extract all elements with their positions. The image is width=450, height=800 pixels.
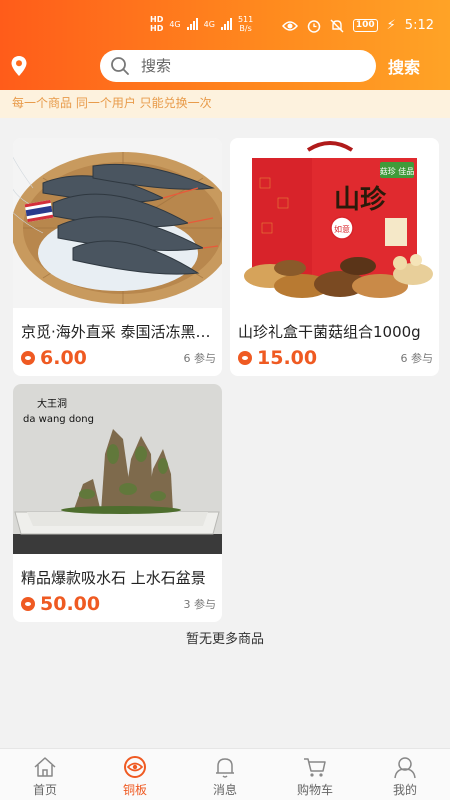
user-icon — [394, 757, 416, 779]
product-image-shrimp — [13, 138, 222, 308]
cart-icon — [304, 758, 326, 777]
net-type-1: 4G — [169, 19, 181, 29]
battery-indicator: 100 — [352, 19, 378, 32]
signal-icon — [186, 18, 198, 30]
tab-cart[interactable]: 购物车 — [270, 749, 360, 800]
price-row: 50.00 3 参与 — [21, 593, 216, 615]
location-pin-icon[interactable] — [10, 55, 28, 77]
bottom-tab-bar: 首页 铜板 消息 购物车 我的 — [0, 748, 450, 800]
participants-count: 3 参与 — [183, 598, 217, 611]
copper-coin-icon — [21, 351, 35, 365]
product-card[interactable]: 菇珍 佳品 山珍 如意 山珍礼盒干菌菇组合1000g 15.00 6 参与 — [230, 138, 439, 376]
network-status: HD HD 4G 4G 511 B/s — [150, 15, 253, 33]
signal-icon-2 — [220, 18, 232, 30]
image-caption-cn: 大王洞 — [37, 397, 67, 410]
net-type-2: 4G — [203, 19, 215, 29]
copper-coin-icon — [238, 351, 252, 365]
product-title: 精品爆款吸水石 上水石盆景 — [21, 569, 206, 587]
speed-unit: B/s — [239, 24, 252, 33]
hd-label-1: HD — [150, 15, 164, 24]
price-row: 6.00 6 参与 — [21, 347, 216, 369]
tab-copper[interactable]: 铜板 — [90, 749, 180, 800]
hd-indicator: HD HD — [150, 15, 163, 33]
search-icon — [111, 57, 129, 75]
gift-box-sub: 如意 — [334, 224, 350, 234]
system-status: 100 ⚡ 5:12 — [281, 18, 434, 33]
copper-coin-icon — [21, 597, 35, 611]
eye-icon — [281, 20, 298, 31]
hd-label-2: HD — [150, 24, 164, 33]
product-card[interactable]: 京觅·海外直采 泰国活冻黑虎虾 6.00 6 参与 — [13, 138, 222, 376]
home-icon — [34, 757, 56, 777]
status-bar: HD HD 4G 4G 511 B/s 100 ⚡ 5:12 — [0, 0, 450, 40]
image-caption-pinyin: da wang dong — [23, 414, 94, 425]
tab-messages[interactable]: 消息 — [180, 749, 270, 800]
product-price: 15.00 — [257, 347, 318, 369]
tab-label: 铜板 — [122, 783, 147, 797]
participants-count: 6 参与 — [183, 352, 217, 365]
tab-label: 首页 — [32, 783, 57, 797]
coin-icon — [124, 756, 146, 778]
tab-label: 购物车 — [296, 783, 333, 797]
network-speed: 511 B/s — [238, 15, 253, 33]
product-image-rock-bonsai: 大王洞 da wang dong — [13, 384, 222, 554]
product-title: 京觅·海外直采 泰国活冻黑虎虾 — [21, 323, 216, 341]
participants-count: 6 参与 — [400, 352, 434, 365]
speed-value: 511 — [237, 15, 254, 24]
product-title: 山珍礼盒干菌菇组合1000g — [238, 323, 421, 341]
clock: 5:12 — [404, 18, 434, 33]
bell-icon — [216, 758, 234, 778]
charging-icon: ⚡ — [386, 18, 396, 33]
alarm-icon — [307, 19, 321, 33]
product-price: 50.00 — [40, 593, 101, 615]
mute-bell-icon — [330, 19, 344, 32]
tab-label: 消息 — [212, 783, 237, 797]
gift-box-tag: 菇珍 佳品 — [380, 166, 415, 176]
gift-box-label: 山珍 — [334, 184, 387, 215]
notice-banner: 每一个商品 同一个用户 只能兑换一次 — [0, 90, 450, 118]
search-button[interactable]: 搜索 — [388, 54, 420, 78]
no-more-items-text: 暂无更多商品 — [185, 632, 264, 647]
tab-home[interactable]: 首页 — [0, 749, 90, 800]
product-price: 6.00 — [40, 347, 87, 369]
search-input[interactable] — [141, 57, 341, 75]
search-box[interactable] — [100, 50, 376, 82]
price-row: 15.00 6 参与 — [238, 347, 433, 369]
product-image-mushroom-gift-box: 菇珍 佳品 山珍 如意 — [230, 138, 439, 308]
tab-label: 我的 — [392, 783, 417, 797]
tab-profile[interactable]: 我的 — [360, 749, 450, 800]
product-card[interactable]: 大王洞 da wang dong 精品爆款吸水石 上水石盆景 50.00 3 参… — [13, 384, 222, 622]
